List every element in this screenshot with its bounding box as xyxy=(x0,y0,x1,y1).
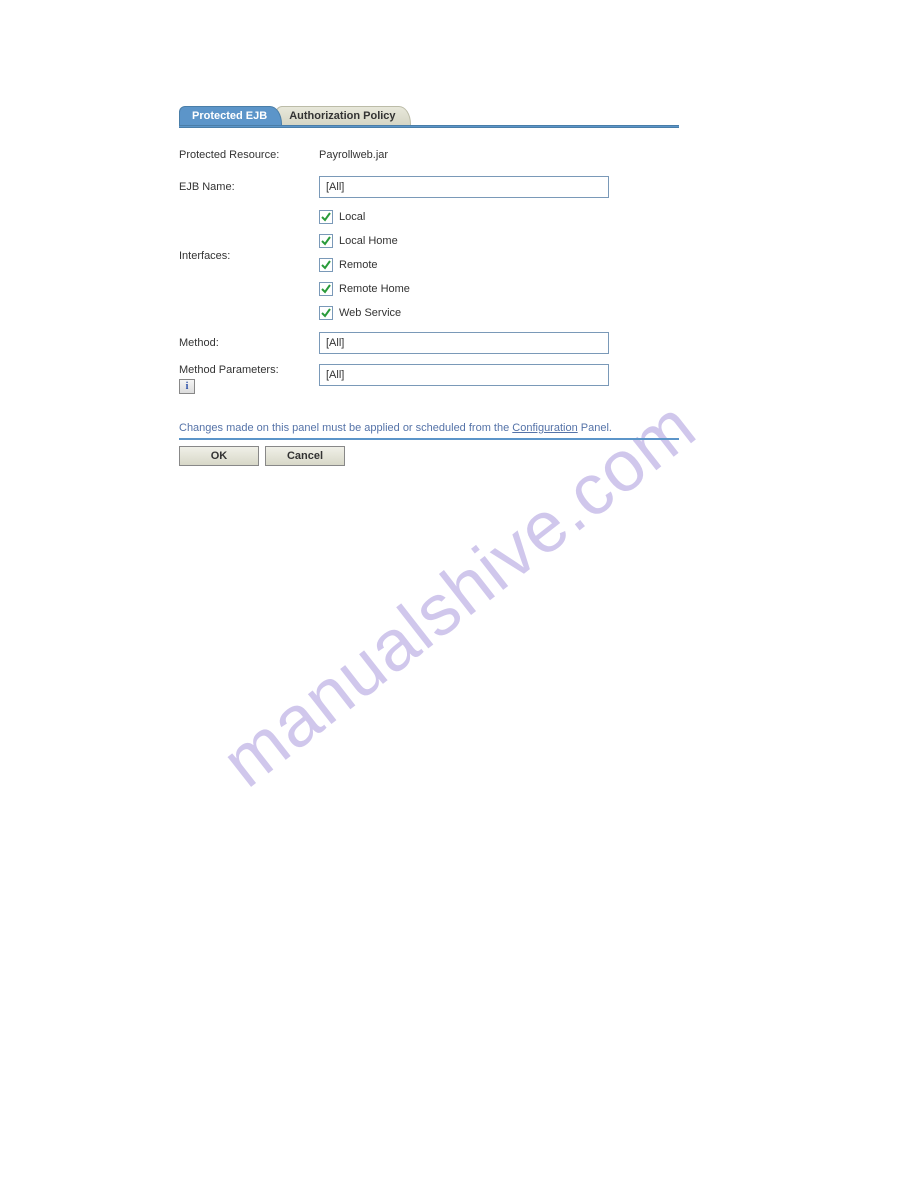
protected-ejb-panel: Protected EJB Authorization Policy Prote… xyxy=(179,105,679,466)
notice-line: Changes made on this panel must be appli… xyxy=(179,422,679,440)
method-input[interactable] xyxy=(319,332,609,354)
checkbox-remote-home[interactable] xyxy=(319,282,333,296)
checkbox-web-service[interactable] xyxy=(319,306,333,320)
checkbox-local-home[interactable] xyxy=(319,234,333,248)
checkbox-row-remote: Remote xyxy=(319,256,679,274)
label-method: Method: xyxy=(179,337,319,349)
checkbox-label-remote-home: Remote Home xyxy=(339,283,410,295)
checkbox-label-local: Local xyxy=(339,211,365,223)
row-ejb-name: EJB Name: xyxy=(179,176,679,198)
checkbox-label-web-service: Web Service xyxy=(339,307,401,319)
label-ejb-name: EJB Name: xyxy=(179,181,319,193)
row-method-parameters: Method Parameters: i xyxy=(179,364,679,394)
button-row: OK Cancel xyxy=(179,446,679,466)
checkbox-label-local-home: Local Home xyxy=(339,235,398,247)
checkbox-local[interactable] xyxy=(319,210,333,224)
info-icon[interactable]: i xyxy=(179,379,195,394)
checkbox-row-remote-home: Remote Home xyxy=(319,280,679,298)
checkbox-remote[interactable] xyxy=(319,258,333,272)
tab-protected-ejb[interactable]: Protected EJB xyxy=(179,106,282,125)
value-protected-resource: Payrollweb.jar xyxy=(319,149,679,161)
checkbox-row-local: Local xyxy=(319,208,679,226)
method-parameters-input[interactable] xyxy=(319,364,609,386)
checkbox-row-local-home: Local Home xyxy=(319,232,679,250)
row-protected-resource: Protected Resource: Payrollweb.jar xyxy=(179,144,679,166)
cancel-button[interactable]: Cancel xyxy=(265,446,345,466)
notice-suffix: Panel. xyxy=(578,422,612,434)
row-interfaces: Interfaces: Local Local Home Remote xyxy=(179,208,679,322)
tab-authorization-policy[interactable]: Authorization Policy xyxy=(276,106,410,125)
checkbox-row-web-service: Web Service xyxy=(319,304,679,322)
tab-bar: Protected EJB Authorization Policy xyxy=(179,105,679,125)
ok-button[interactable]: OK xyxy=(179,446,259,466)
label-method-parameters: Method Parameters: i xyxy=(179,364,319,394)
label-method-parameters-text: Method Parameters: xyxy=(179,364,279,376)
label-protected-resource: Protected Resource: xyxy=(179,149,319,161)
row-method: Method: xyxy=(179,332,679,354)
ejb-name-input[interactable] xyxy=(319,176,609,198)
label-interfaces: Interfaces: xyxy=(179,208,319,262)
configuration-link[interactable]: Configuration xyxy=(512,422,577,434)
interfaces-checkbox-list: Local Local Home Remote Remote Home xyxy=(319,208,679,322)
checkbox-label-remote: Remote xyxy=(339,259,378,271)
form-body: Protected Resource: Payrollweb.jar EJB N… xyxy=(179,128,679,394)
notice-prefix: Changes made on this panel must be appli… xyxy=(179,422,512,434)
